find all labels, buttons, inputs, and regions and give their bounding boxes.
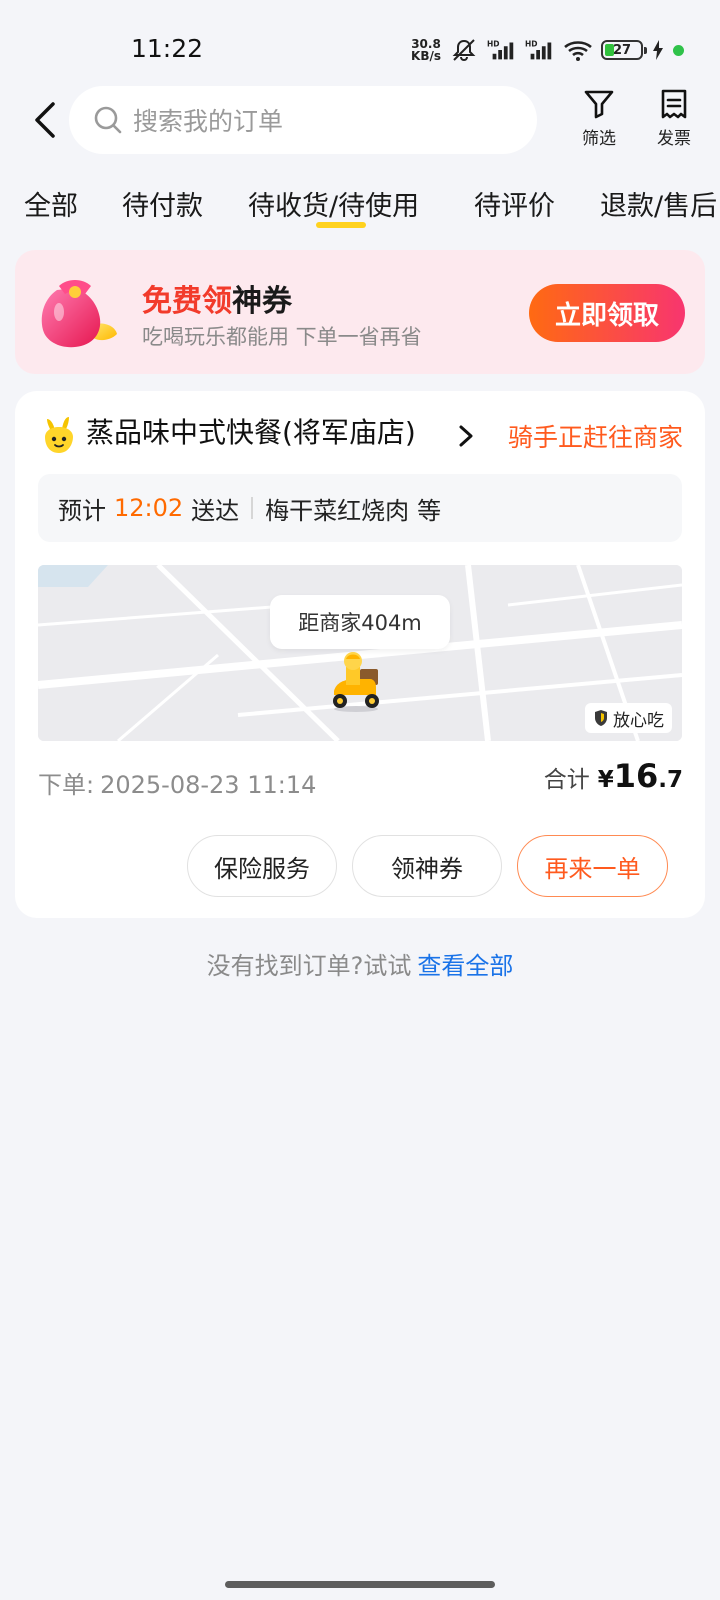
invoice-icon xyxy=(661,89,687,119)
header: 搜索我的订单 筛选 发票 xyxy=(0,84,720,156)
order-card[interactable]: 蒸品味中式快餐(将军庙店) 骑手正赶往商家 预计 12:02 送达 梅干菜红烧肉… xyxy=(15,391,705,918)
order-status: 骑手正赶往商家 xyxy=(507,423,683,452)
reorder-button[interactable]: 再来一单 xyxy=(517,835,668,897)
filter-button[interactable]: 筛选 xyxy=(571,88,627,149)
tab-pending-payment[interactable]: 待付款 xyxy=(122,184,203,223)
privacy-indicator xyxy=(673,44,684,56)
status-icons: 30.8 KB/s HD HD 27 xyxy=(411,36,684,64)
home-indicator[interactable] xyxy=(225,1581,495,1588)
svg-text:HD: HD xyxy=(525,39,538,48)
search-icon xyxy=(94,106,122,134)
back-arrow-icon xyxy=(35,102,55,138)
back-button[interactable] xyxy=(24,98,64,142)
battery-icon: 27 xyxy=(601,40,647,60)
order-time: 下单: 2025-08-23 11:14 xyxy=(38,771,317,799)
promo-banner[interactable]: 免费领神券 吃喝玩乐都能用 下单一省再省 立即领取 xyxy=(15,250,705,374)
chevron-right-icon[interactable] xyxy=(455,421,477,451)
active-tab-indicator xyxy=(316,222,366,228)
distance-bubble: 距商家404m xyxy=(270,595,450,649)
filter-icon xyxy=(584,90,614,119)
tab-pending-review[interactable]: 待评价 xyxy=(474,184,555,223)
search-placeholder: 搜索我的订单 xyxy=(133,107,284,136)
insurance-service-button[interactable]: 保险服务 xyxy=(187,835,337,897)
network-speed: 30.8 KB/s xyxy=(411,37,441,63)
mute-icon xyxy=(449,38,479,62)
charging-icon xyxy=(651,38,665,62)
view-all-link[interactable]: 查看全部 xyxy=(417,952,513,980)
divider xyxy=(251,497,254,519)
red-packet-bag-icon xyxy=(41,280,117,348)
no-order-hint: 没有找到订单?试试 查看全部 xyxy=(206,952,514,980)
svg-text:HD: HD xyxy=(487,39,500,48)
search-input[interactable]: 搜索我的订单 xyxy=(69,86,537,154)
signal-hd-2-icon: HD xyxy=(525,38,555,62)
claim-coupon-button[interactable]: 立即领取 xyxy=(529,284,685,342)
shop-logo-icon xyxy=(45,417,73,453)
signal-hd-1-icon: HD xyxy=(487,38,517,62)
delivery-eta: 预计 12:02 送达 梅干菜红烧肉 等 xyxy=(38,474,682,542)
shield-icon xyxy=(595,710,607,726)
filter-label: 筛选 xyxy=(582,129,616,149)
order-total: 合计 ¥ 16 .7 xyxy=(543,757,683,795)
eta-time: 12:02 xyxy=(114,494,184,522)
tab-refund[interactable]: 退款/售后 xyxy=(600,184,717,223)
status-bar: 11:22 30.8 KB/s HD HD 27 xyxy=(0,0,720,96)
promo-title: 免费领神券 xyxy=(142,284,292,319)
status-time: 11:22 xyxy=(131,34,204,63)
safe-eat-tag: 放心吃 xyxy=(585,703,672,733)
get-coupon-button[interactable]: 领神券 xyxy=(352,835,502,897)
tab-all[interactable]: 全部 xyxy=(24,184,78,223)
order-tabs: 全部 待付款 待收货/待使用 待评价 退款/售后 xyxy=(0,176,720,236)
shop-name[interactable]: 蒸品味中式快餐(将军庙店) xyxy=(86,411,416,451)
delivery-rider-icon xyxy=(333,652,379,712)
wifi-icon xyxy=(563,38,593,62)
invoice-label: 发票 xyxy=(657,129,691,149)
invoice-button[interactable]: 发票 xyxy=(646,88,702,149)
tab-pending-receipt[interactable]: 待收货/待使用 xyxy=(248,184,419,223)
delivery-map[interactable]: 距商家404m 放心吃 xyxy=(38,565,682,741)
promo-subtitle: 吃喝玩乐都能用 下单一省再省 xyxy=(142,325,422,349)
item-name: 梅干菜红烧肉 xyxy=(265,496,410,525)
